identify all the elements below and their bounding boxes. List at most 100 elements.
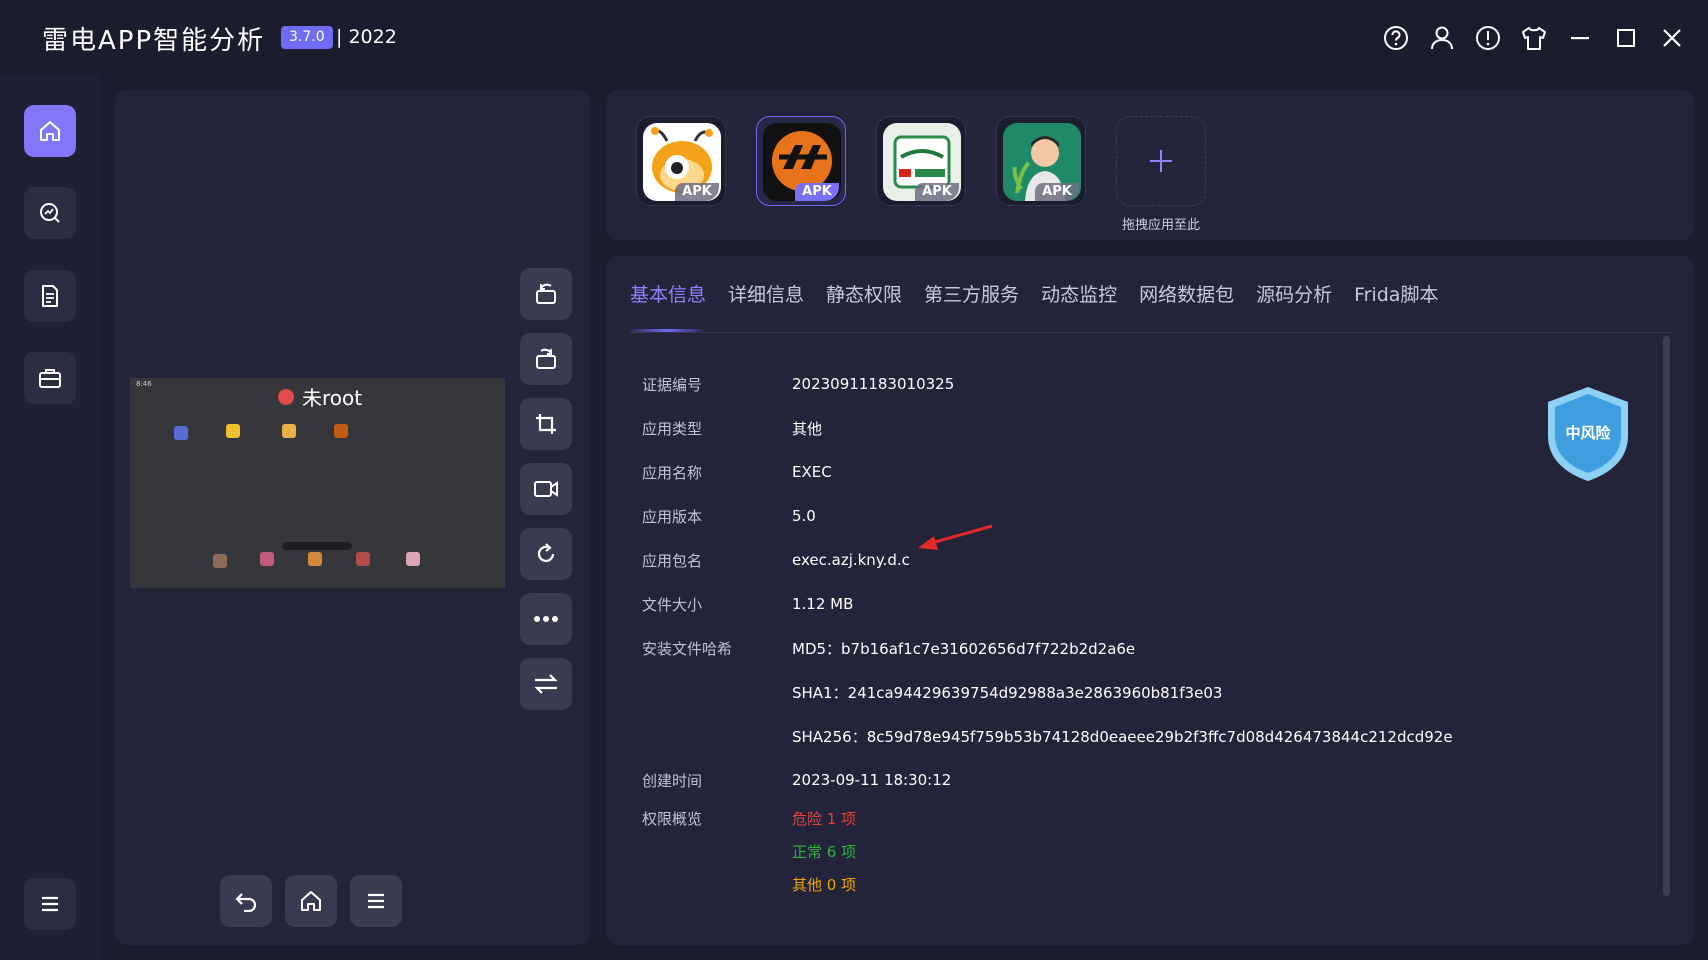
- app-title: 雷电APP智能分析: [42, 26, 266, 56]
- device-status-time: 8:46: [136, 380, 152, 388]
- screen-app-icon[interactable]: [260, 552, 274, 566]
- info-label: 创建时间: [642, 771, 703, 790]
- add-apk-dropzone[interactable]: [1116, 116, 1206, 206]
- tab-bar: 基本信息 详细信息 静态权限 第三方服务 动态监控 网络数据包 源码分析 Fri…: [630, 280, 1438, 325]
- device-panel: 8:46 未root: [115, 90, 590, 945]
- risk-shield-badge: 中风险: [1543, 384, 1633, 484]
- tab-static-permissions[interactable]: 静态权限: [826, 280, 902, 325]
- info-row: 应用包名 exec.azj.kny.d.c: [642, 538, 1453, 582]
- more-button[interactable]: [520, 593, 572, 645]
- sidebar-item-toolbox[interactable]: [24, 352, 76, 404]
- tab-network-packets[interactable]: 网络数据包: [1139, 280, 1234, 325]
- info-row: 应用版本 5.0: [642, 494, 1453, 538]
- apk-tag: APK: [795, 183, 839, 201]
- app-year: | 2022: [336, 26, 397, 48]
- rotate-right-button[interactable]: [520, 333, 572, 385]
- info-row: 权限概览 危险 1 项: [642, 802, 1453, 835]
- tab-basic-info[interactable]: 基本信息: [630, 280, 706, 325]
- screen-app-icon[interactable]: [356, 552, 370, 566]
- screen-app-icon[interactable]: [174, 426, 188, 440]
- tab-details[interactable]: 详细信息: [728, 280, 804, 325]
- apk-tag: APK: [915, 183, 959, 201]
- close-icon[interactable]: [1656, 22, 1688, 54]
- back-icon: [235, 893, 257, 912]
- info-label: 安装文件哈希: [642, 639, 733, 658]
- swap-button[interactable]: [520, 658, 572, 710]
- sidebar-menu-button[interactable]: [24, 878, 76, 930]
- home-icon: [301, 891, 321, 911]
- apk-card-selected[interactable]: APK: [756, 116, 846, 206]
- perm-other-count: 其他 0 项: [792, 876, 857, 894]
- root-status-label: 未root: [302, 386, 363, 410]
- device-screen[interactable]: 8:46 未root: [130, 378, 505, 588]
- tab-dynamic-monitor[interactable]: 动态监控: [1041, 280, 1117, 325]
- user-icon[interactable]: [1426, 22, 1458, 54]
- info-row: 安装文件哈希 MD5：b7b16af1c7e31602656d7f722b2d2…: [642, 626, 1453, 670]
- basic-info-list: 证据编号 20230911183010325 应用类型 其他 应用名称 EXEC…: [642, 362, 1453, 901]
- annotation-arrow-icon: [918, 524, 993, 550]
- analytics-icon: [40, 203, 60, 223]
- record-icon: [534, 481, 558, 497]
- sidebar: [0, 74, 100, 960]
- rotate-left-icon: [536, 283, 556, 304]
- risk-level-label: 中风险: [1565, 424, 1611, 442]
- tab-source-analysis[interactable]: 源码分析: [1256, 280, 1332, 325]
- apk-card[interactable]: APK: [636, 116, 726, 206]
- device-home-button[interactable]: [285, 875, 337, 927]
- info-scrollbar[interactable]: [1663, 336, 1670, 896]
- device-navigation: [220, 875, 402, 927]
- info-row: 证据编号 20230911183010325: [642, 362, 1453, 406]
- screen-app-icon[interactable]: [282, 424, 296, 438]
- tab-third-party[interactable]: 第三方服务: [924, 280, 1019, 325]
- screen-app-icon[interactable]: [406, 552, 420, 566]
- screen-app-icon[interactable]: [334, 424, 348, 438]
- sidebar-item-home[interactable]: [24, 105, 76, 157]
- maximize-icon[interactable]: [1610, 22, 1642, 54]
- info-value: 其他: [792, 419, 823, 438]
- device-toolbar: [520, 268, 572, 723]
- screen-app-icon[interactable]: [308, 552, 322, 566]
- menu-icon: [42, 896, 58, 912]
- apk-tag: APK: [675, 183, 719, 201]
- info-row: 创建时间 2023-09-11 18:30:12: [642, 758, 1453, 802]
- alert-icon[interactable]: [1472, 22, 1504, 54]
- info-value: 1.12 MB: [792, 595, 854, 613]
- apk-card[interactable]: APK: [996, 116, 1086, 206]
- device-menu-button[interactable]: [350, 875, 402, 927]
- screen-app-icon[interactable]: [226, 424, 240, 438]
- info-label: 应用版本: [642, 507, 703, 526]
- help-icon[interactable]: [1380, 22, 1412, 54]
- home-icon: [40, 121, 60, 141]
- root-status-dot: [278, 388, 294, 405]
- apk-card[interactable]: APK: [876, 116, 966, 206]
- record-button[interactable]: [520, 463, 572, 515]
- info-label: 应用名称: [642, 463, 703, 482]
- perm-normal-count: 正常 6 项: [792, 843, 857, 861]
- info-value: EXEC: [792, 463, 832, 481]
- tab-frida-script[interactable]: Frida脚本: [1354, 280, 1438, 325]
- refresh-button[interactable]: [520, 528, 572, 580]
- info-label: 应用包名: [642, 551, 703, 570]
- perm-danger-count: 危险 1 项: [792, 810, 857, 828]
- info-row: 应用类型 其他: [642, 406, 1453, 450]
- shirt-icon[interactable]: [1518, 22, 1550, 54]
- app-window: 雷电APP智能分析 3.7.0 | 2022 8:46 未root APK AP…: [0, 0, 1708, 960]
- screen-dock-indicator: [282, 542, 352, 550]
- package-name-value: exec.azj.kny.d.c: [792, 551, 910, 569]
- apk-tag: APK: [1035, 183, 1079, 201]
- toolbox-icon: [39, 369, 61, 388]
- screen-app-icon[interactable]: [213, 554, 227, 568]
- version-badge: 3.7.0: [281, 26, 333, 49]
- add-apk-label: 拖拽应用至此: [1121, 218, 1200, 233]
- back-button[interactable]: [220, 875, 272, 927]
- info-value: 2023-09-11 18:30:12: [792, 771, 952, 789]
- plus-icon: [1150, 150, 1172, 172]
- sidebar-item-documents[interactable]: [24, 270, 76, 322]
- minimize-icon[interactable]: [1564, 22, 1596, 54]
- info-label: 应用类型: [642, 419, 703, 438]
- crop-button[interactable]: [520, 398, 572, 450]
- info-value: 5.0: [792, 507, 816, 525]
- sidebar-item-analytics[interactable]: [24, 187, 76, 239]
- root-status: 未root: [278, 382, 362, 411]
- rotate-left-button[interactable]: [520, 268, 572, 320]
